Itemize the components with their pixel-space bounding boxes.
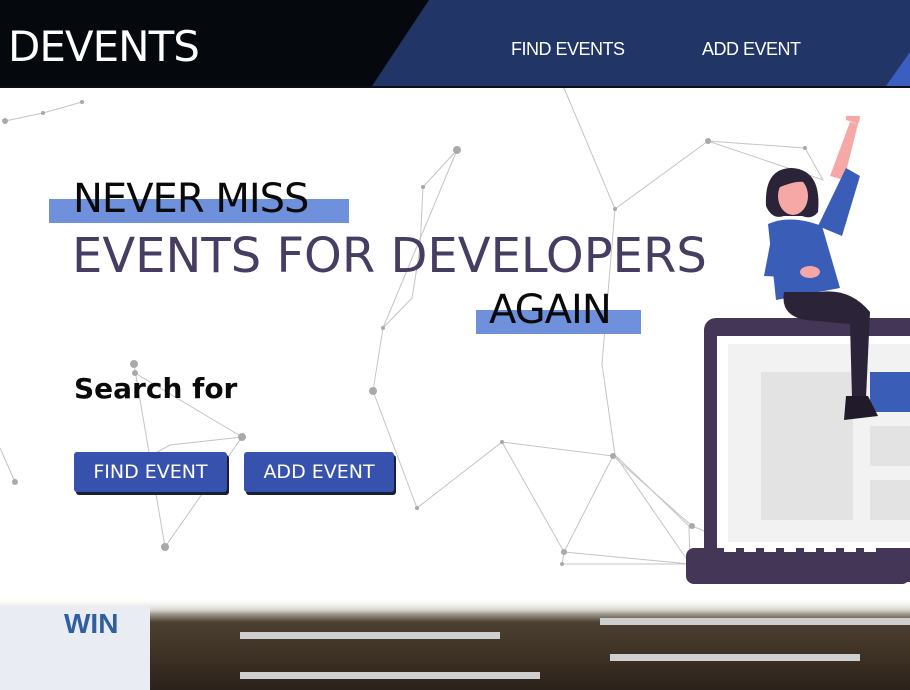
- add-event-button[interactable]: ADD EVENT: [244, 452, 394, 492]
- search-for-label: Search for: [74, 372, 238, 405]
- event-photo-strip: WIN: [0, 600, 910, 690]
- ceiling-beam: [240, 632, 500, 639]
- find-event-button[interactable]: FIND EVENT: [74, 452, 227, 492]
- headline-line-3: AGAIN: [489, 287, 612, 333]
- nav-background-panel: [372, 0, 910, 86]
- ceiling-beam: [600, 618, 910, 625]
- nav-link-find-events[interactable]: FIND EVENTS: [511, 38, 625, 60]
- hero-section: NEVER MISS EVENTS FOR DEVELOPERS AGAIN S…: [0, 88, 910, 600]
- ceiling-beam: [240, 672, 540, 679]
- site-logo[interactable]: DEVENTS: [8, 22, 200, 72]
- headline-line-1: NEVER MISS: [73, 176, 309, 222]
- win-sign-text: WIN: [64, 608, 119, 639]
- nav-link-add-event[interactable]: ADD EVENT: [702, 38, 801, 60]
- woman-on-laptop-illustration: [686, 116, 910, 584]
- headline-line-2: EVENTS FOR DEVELOPERS: [72, 228, 707, 284]
- top-nav-bar: DEVENTS FIND EVENTS ADD EVENT: [0, 0, 910, 88]
- win-sign: WIN: [0, 606, 150, 690]
- ceiling-beam: [610, 654, 860, 661]
